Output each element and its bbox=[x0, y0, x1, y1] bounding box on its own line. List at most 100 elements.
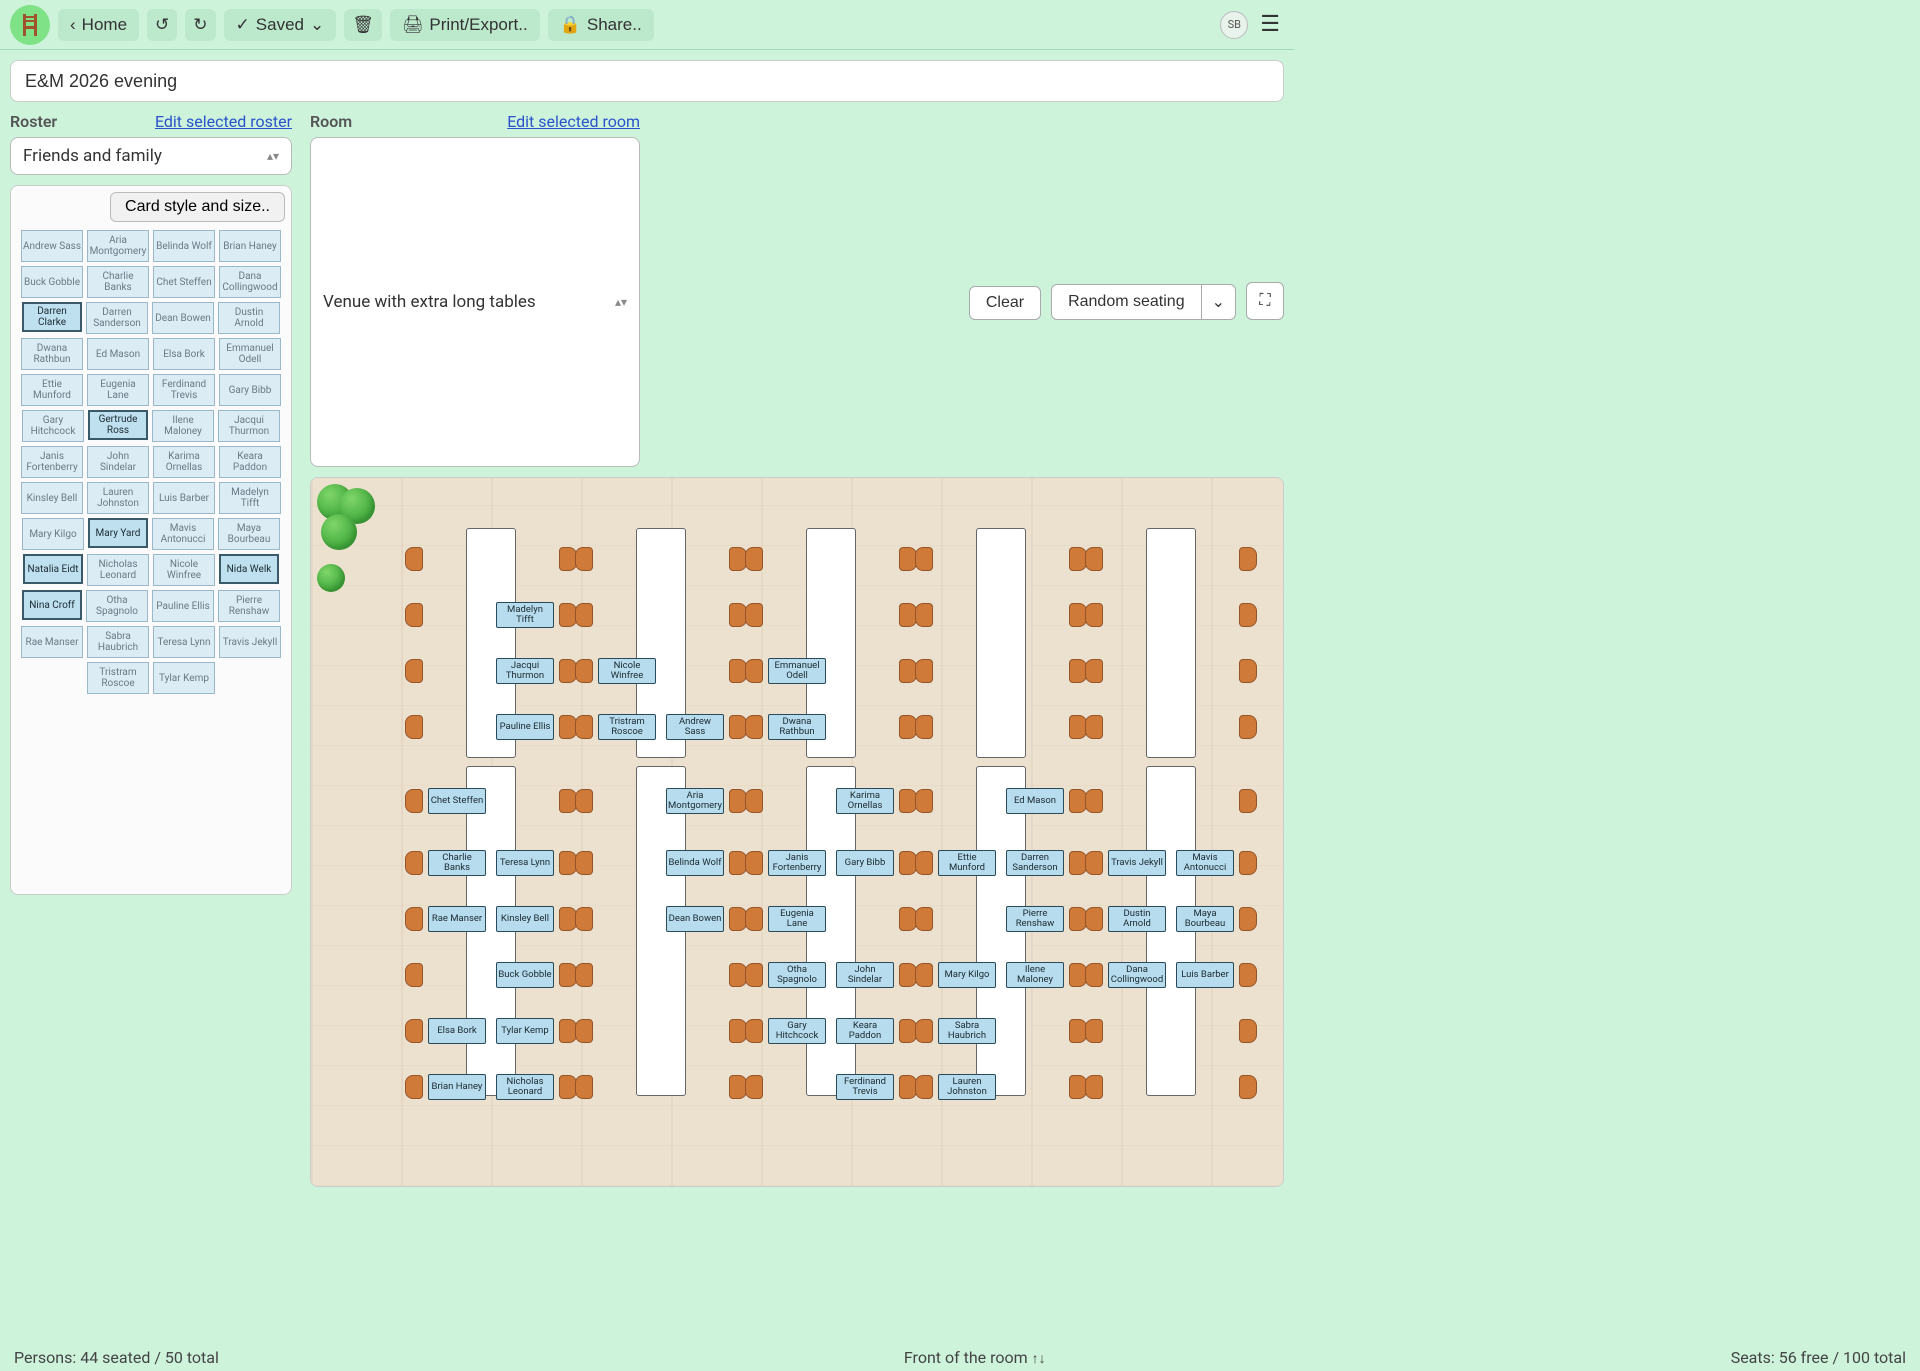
chair[interactable] bbox=[740, 716, 768, 738]
seat-card[interactable]: Luis Barber bbox=[1176, 962, 1234, 988]
seat-card[interactable]: Dean Bowen bbox=[666, 906, 724, 932]
room-select[interactable]: Venue with extra long tables ▴▾ bbox=[310, 137, 640, 467]
roster-person-card[interactable]: Buck Gobble bbox=[21, 266, 83, 298]
chair[interactable] bbox=[400, 964, 428, 986]
chair[interactable] bbox=[570, 964, 598, 986]
roster-person-card[interactable]: John Sindelar bbox=[87, 446, 149, 478]
seat-card[interactable]: Emmanuel Odell bbox=[768, 658, 826, 684]
roster-person-card[interactable]: Natalia Eidt bbox=[23, 554, 83, 584]
roster-person-card[interactable]: Pauline Ellis bbox=[152, 590, 214, 622]
roster-person-card[interactable]: Nina Croff bbox=[22, 590, 82, 620]
roster-person-card[interactable]: Sabra Haubrich bbox=[87, 626, 149, 658]
seat-card[interactable]: Tristram Roscoe bbox=[598, 714, 656, 740]
seat-card[interactable]: Darren Sanderson bbox=[1006, 850, 1064, 876]
chair[interactable] bbox=[740, 604, 768, 626]
app-logo[interactable] bbox=[10, 5, 50, 45]
seat-card[interactable]: Otha Spagnolo bbox=[768, 962, 826, 988]
roster-person-card[interactable]: Darren Clarke bbox=[22, 302, 82, 332]
roster-person-card[interactable]: Nicholas Leonard bbox=[87, 554, 149, 586]
seat-card[interactable]: Rae Manser bbox=[428, 906, 486, 932]
chair[interactable] bbox=[570, 1076, 598, 1098]
chair[interactable] bbox=[1080, 790, 1108, 812]
seat-card[interactable]: Sabra Haubrich bbox=[938, 1018, 996, 1044]
chair[interactable] bbox=[570, 1020, 598, 1042]
roster-person-card[interactable]: Jacqui Thurmon bbox=[218, 410, 280, 442]
roster-person-card[interactable]: Darren Sanderson bbox=[86, 302, 148, 334]
seat-card[interactable]: Dustin Arnold bbox=[1108, 906, 1166, 932]
roster-person-card[interactable]: Charlie Banks bbox=[87, 266, 149, 298]
up-down-icon[interactable]: ↑↓ bbox=[1032, 1351, 1046, 1367]
chair[interactable] bbox=[400, 548, 428, 570]
roster-person-card[interactable]: Mary Kilgo bbox=[22, 518, 84, 550]
chair[interactable] bbox=[1234, 660, 1262, 682]
seat-card[interactable]: Buck Gobble bbox=[496, 962, 554, 988]
seat-card[interactable]: Chet Steffen bbox=[428, 788, 486, 814]
clear-button[interactable]: Clear bbox=[969, 286, 1041, 320]
seat-card[interactable]: Mavis Antonucci bbox=[1176, 850, 1234, 876]
seat-card[interactable]: John Sindelar bbox=[836, 962, 894, 988]
print-export-button[interactable]: 🖨 Print/Export.. bbox=[390, 9, 540, 41]
seat-card[interactable]: Jacqui Thurmon bbox=[496, 658, 554, 684]
chair[interactable] bbox=[740, 660, 768, 682]
chair[interactable] bbox=[1080, 548, 1108, 570]
seat-card[interactable]: Gary Hitchcock bbox=[768, 1018, 826, 1044]
random-seating-dropdown[interactable]: ⌄ bbox=[1202, 284, 1236, 320]
roster-person-card[interactable]: Elsa Bork bbox=[153, 338, 215, 370]
redo-button[interactable]: ↻ bbox=[185, 9, 215, 41]
chair[interactable] bbox=[400, 604, 428, 626]
roster-person-card[interactable]: Dean Bowen bbox=[152, 302, 214, 334]
seat-card[interactable]: Pierre Renshaw bbox=[1006, 906, 1064, 932]
chair[interactable] bbox=[1234, 1076, 1262, 1098]
chair[interactable] bbox=[570, 908, 598, 930]
saved-status-button[interactable]: ✓ Saved ⌄ bbox=[224, 9, 337, 41]
chair[interactable] bbox=[400, 908, 428, 930]
card-style-button[interactable]: Card style and size.. bbox=[110, 192, 285, 222]
plan-title-input[interactable] bbox=[10, 60, 1284, 102]
roster-person-card[interactable]: Dwana Rathbun bbox=[21, 338, 83, 370]
chair[interactable] bbox=[740, 1020, 768, 1042]
chair[interactable] bbox=[1080, 908, 1108, 930]
chair[interactable] bbox=[910, 716, 938, 738]
undo-button[interactable]: ↺ bbox=[147, 9, 177, 41]
chair[interactable] bbox=[1080, 604, 1108, 626]
chair[interactable] bbox=[570, 716, 598, 738]
chair[interactable] bbox=[570, 790, 598, 812]
seat-card[interactable]: Belinda Wolf bbox=[666, 850, 724, 876]
seat-card[interactable]: Charlie Banks bbox=[428, 850, 486, 876]
roster-person-card[interactable]: Keara Paddon bbox=[219, 446, 281, 478]
seat-card[interactable]: Dwana Rathbun bbox=[768, 714, 826, 740]
seat-card[interactable]: Eugenia Lane bbox=[768, 906, 826, 932]
roster-person-card[interactable]: Eugenia Lane bbox=[87, 374, 149, 406]
chair[interactable] bbox=[1080, 852, 1108, 874]
roster-person-card[interactable]: Ferdinand Trevis bbox=[153, 374, 215, 406]
seat-card[interactable]: Tylar Kemp bbox=[496, 1018, 554, 1044]
roster-person-card[interactable]: Brian Haney bbox=[219, 230, 281, 262]
roster-person-card[interactable]: Mary Yard bbox=[88, 518, 148, 548]
roster-person-card[interactable]: Andrew Sass bbox=[21, 230, 83, 262]
chair[interactable] bbox=[740, 548, 768, 570]
seat-card[interactable]: Janis Fortenberry bbox=[768, 850, 826, 876]
chair[interactable] bbox=[400, 1076, 428, 1098]
roster-person-card[interactable]: Kinsley Bell bbox=[21, 482, 83, 514]
seat-card[interactable]: Madelyn Tifft bbox=[496, 602, 554, 628]
roster-person-card[interactable]: Chet Steffen bbox=[153, 266, 215, 298]
seat-card[interactable]: Nicole Winfree bbox=[598, 658, 656, 684]
delete-button[interactable]: 🗑 bbox=[344, 9, 382, 41]
seat-card[interactable]: Pauline Ellis bbox=[496, 714, 554, 740]
seat-card[interactable]: Travis Jekyll bbox=[1108, 850, 1166, 876]
roster-person-card[interactable]: Nida Welk bbox=[219, 554, 279, 584]
roster-person-card[interactable]: Ed Mason bbox=[87, 338, 149, 370]
chair[interactable] bbox=[1234, 790, 1262, 812]
roster-select[interactable]: Friends and family ▴▾ bbox=[10, 137, 292, 175]
roster-person-card[interactable]: Rae Manser bbox=[21, 626, 83, 658]
chair[interactable] bbox=[400, 1020, 428, 1042]
fullscreen-button[interactable]: ⛶ bbox=[1246, 282, 1284, 320]
roster-person-card[interactable]: Mavis Antonucci bbox=[152, 518, 214, 550]
chair[interactable] bbox=[1234, 852, 1262, 874]
roster-person-card[interactable]: Dana Collingwood bbox=[219, 266, 281, 298]
seat-card[interactable]: Nicholas Leonard bbox=[496, 1074, 554, 1100]
room-canvas[interactable]: Madelyn Tifft Jacqui Thurmon Pauline Ellis… bbox=[310, 477, 1284, 1187]
roster-person-card[interactable]: Travis Jekyll bbox=[219, 626, 281, 658]
chair[interactable] bbox=[1080, 1076, 1108, 1098]
chair[interactable] bbox=[1234, 908, 1262, 930]
